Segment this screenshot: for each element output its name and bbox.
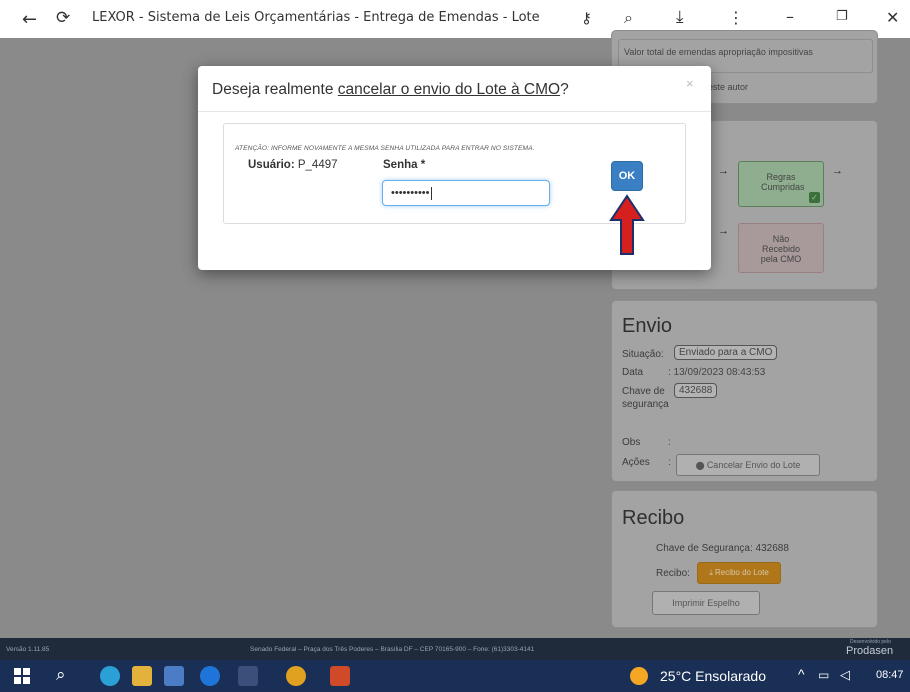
data-label: Data	[622, 367, 644, 378]
volume-icon[interactable]: ◁	[840, 667, 850, 683]
red-arrow-icon	[609, 194, 645, 255]
modal-close-button[interactable]: ×	[686, 76, 694, 91]
zoom-icon[interactable]: ⌕	[624, 8, 633, 28]
password-input[interactable]: ••••••••••	[382, 180, 550, 206]
close-window-icon[interactable]: ✕	[886, 8, 899, 27]
reload-icon[interactable]: ⟳	[56, 8, 70, 28]
flow-arrow-icon: →	[718, 165, 729, 177]
attention-text: ATENÇÃO: INFORME NOVAMENTE A MESMA SENHA…	[235, 145, 535, 152]
modal-title-link: cancelar o envio do Lote à CMO	[337, 81, 561, 98]
recibo-panel: Recibo Chave de Segurança: 432688 Recibo…	[611, 490, 878, 628]
recibo-lote-button[interactable]: ⤓ Recibo do Lote	[697, 562, 781, 584]
flow-arrow-icon: →	[718, 225, 729, 237]
user-value: P_4497	[297, 159, 338, 171]
acoes-label: Ações	[622, 457, 650, 468]
situacao-value: Enviado para a CMO	[674, 345, 778, 360]
address-text: Senado Federal – Praça dos Três Poderes …	[250, 646, 535, 653]
media-player-icon[interactable]	[200, 666, 220, 686]
check-icon: ✓	[809, 192, 820, 203]
summary-text-total: Valor total de emendas apropriação impos…	[624, 47, 813, 57]
modal-title-suffix: ?	[560, 81, 569, 98]
imprimir-espelho-label: Imprimir Espelho	[672, 598, 740, 608]
flow-step-label: Não Recebido pela CMO	[760, 234, 802, 264]
user-label: Usuário: P_4497	[248, 159, 338, 171]
chevron-up-icon[interactable]: ^	[798, 666, 805, 682]
weather-sun-icon[interactable]	[630, 667, 648, 685]
recibo-label: Recibo:	[656, 568, 690, 579]
envio-panel: Envio Situação: Enviado para a CMO Data …	[611, 300, 878, 482]
weather-text[interactable]: 25°C Ensolarado	[660, 668, 766, 684]
password-value: ••••••••••	[391, 187, 430, 199]
recibo-chave: Chave de Segurança: 432688	[656, 543, 789, 554]
page-footer: Versão 1.11.85 Senado Federal – Praça do…	[0, 638, 910, 660]
page-title: LEXOR - Sistema de Leis Orçamentárias - …	[92, 10, 540, 25]
cancel-envio-button[interactable]: ⬤ Cancelar Envio do Lote	[676, 454, 820, 476]
restore-icon[interactable]: ❐	[836, 9, 848, 24]
flow-step-nao-recebido: Não Recebido pela CMO	[738, 223, 824, 273]
back-arrow-icon[interactable]: ←	[22, 9, 37, 30]
windows-start-icon[interactable]	[14, 668, 30, 684]
taskbar: ⌕ 25°C Ensolarado ^ ▭ ◁ 08:47	[0, 660, 910, 692]
edge-icon[interactable]	[100, 666, 120, 686]
envio-title: Envio	[622, 315, 673, 337]
key-icon[interactable]: ⚷	[581, 9, 592, 27]
minimize-icon[interactable]: –	[786, 7, 794, 26]
flow-arrow-icon: →	[832, 165, 843, 177]
acoes-value: :	[668, 457, 671, 468]
recibo-lote-label: Recibo do Lote	[714, 568, 769, 577]
user-label-text: Usuário:	[248, 159, 295, 171]
ok-button[interactable]: OK	[611, 161, 643, 191]
clock-time[interactable]: 08:47	[876, 669, 904, 681]
chave-value: 432688	[674, 383, 718, 398]
file-explorer-icon[interactable]	[132, 666, 152, 686]
data-value: : 13/09/2023 08:43:53	[668, 367, 766, 378]
password-label: Senha *	[383, 159, 426, 171]
search-icon[interactable]: ⌕	[56, 665, 66, 685]
network-icon[interactable]: ▭	[818, 668, 829, 682]
chave-label: Chave de segurança	[622, 386, 669, 410]
situacao-label: Situação:	[622, 349, 664, 360]
obs-value: :	[668, 437, 671, 448]
menu-dots-icon[interactable]: ⋮	[728, 8, 744, 27]
version-text: Versão 1.11.85	[6, 646, 50, 653]
text-cursor	[430, 186, 432, 200]
chrome-icon[interactable]	[286, 666, 306, 686]
store-icon[interactable]	[164, 666, 184, 686]
cancel-circle-icon: ⬤	[695, 461, 707, 470]
recibo-title: Recibo	[622, 507, 685, 529]
modal-divider	[198, 111, 711, 112]
powerpoint-icon[interactable]	[330, 666, 350, 686]
prodasen-logo: Prodasen	[846, 645, 894, 657]
summary-text-author: este autor	[708, 82, 749, 92]
download-icon[interactable]: ⤓	[676, 7, 684, 27]
cancel-envio-label: Cancelar Envio do Lote	[706, 460, 801, 470]
modal-title: Deseja realmente cancelar o envio do Lot…	[212, 81, 569, 99]
flow-step-regras-cumpridas: Regras Cumpridas ✓	[738, 161, 824, 207]
obs-label: Obs	[622, 437, 641, 448]
lexor-app-icon[interactable]	[238, 666, 258, 686]
modal-title-prefix: Deseja realmente	[212, 81, 338, 98]
imprimir-espelho-button[interactable]: Imprimir Espelho	[652, 591, 760, 615]
flow-step-label: Regras Cumpridas	[761, 172, 805, 192]
